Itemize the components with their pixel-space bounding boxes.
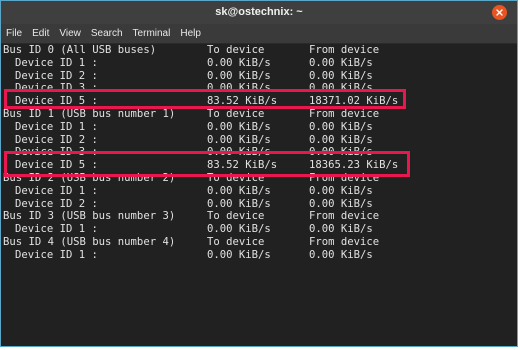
to-device-rate: 0.00 KiB/s bbox=[207, 248, 271, 261]
menu-terminal[interactable]: Terminal bbox=[133, 28, 171, 39]
bus-label: Bus ID 1 (USB bus number 1) bbox=[3, 107, 176, 120]
bus-label: Bus ID 3 (USB bus number 3) bbox=[3, 210, 176, 223]
device-label: Device ID 2 : bbox=[15, 69, 98, 82]
device-label: Device ID 2 : bbox=[15, 133, 98, 146]
from-device-rate: 0.00 KiB/s bbox=[309, 82, 373, 95]
to-device-header: To device bbox=[207, 235, 265, 248]
from-device-rate: 0.00 KiB/s bbox=[309, 184, 373, 197]
device-line: Device ID 1 : 0.00 KiB/s 0.00 KiB/s bbox=[1, 57, 517, 70]
to-device-rate: 0.00 KiB/s bbox=[207, 197, 271, 210]
from-device-header: From device bbox=[309, 210, 380, 223]
device-label: Device ID 1 : bbox=[15, 223, 98, 236]
from-device-rate: 0.00 KiB/s bbox=[309, 248, 373, 261]
device-line: Device ID 1 : 0.00 KiB/s 0.00 KiB/s bbox=[1, 185, 517, 198]
menu-help[interactable]: Help bbox=[180, 28, 201, 39]
from-device-rate: 0.00 KiB/s bbox=[309, 120, 373, 133]
from-device-header: From device bbox=[309, 171, 380, 184]
close-icon bbox=[496, 9, 503, 16]
menu-search[interactable]: Search bbox=[91, 28, 123, 39]
menu-edit[interactable]: Edit bbox=[32, 28, 49, 39]
device-line: Device ID 2 : 0.00 KiB/s 0.00 KiB/s bbox=[1, 198, 517, 211]
from-device-rate: 18365.23 KiB/s bbox=[309, 159, 399, 172]
device-line: Device ID 3 : 0.00 KiB/s 0.00 KiB/s bbox=[1, 82, 517, 95]
to-device-header: To device bbox=[207, 44, 265, 56]
device-line: Device ID 3 : 0.00 KiB/s 0.00 KiB/s bbox=[1, 146, 517, 159]
bus-label: Bus ID 0 (All USB buses) bbox=[3, 44, 157, 56]
to-device-rate: 0.00 KiB/s bbox=[207, 120, 271, 133]
device-label: Device ID 1 : bbox=[15, 248, 98, 261]
from-device-header: From device bbox=[309, 107, 380, 120]
to-device-rate: 0.00 KiB/s bbox=[207, 146, 271, 159]
to-device-rate: 0.00 KiB/s bbox=[207, 69, 271, 82]
bus-header-line: Bus ID 4 (USB bus number 4) To device Fr… bbox=[1, 236, 517, 249]
from-device-rate: 0.00 KiB/s bbox=[309, 223, 373, 236]
to-device-rate: 0.00 KiB/s bbox=[207, 223, 271, 236]
from-device-header: From device bbox=[309, 235, 380, 248]
from-device-rate: 0.00 KiB/s bbox=[309, 56, 373, 69]
bus-header-line: Bus ID 3 (USB bus number 3) To device Fr… bbox=[1, 210, 517, 223]
device-label: Device ID 5 : bbox=[15, 95, 98, 108]
device-line: Device ID 1 : 0.00 KiB/s 0.00 KiB/s bbox=[1, 223, 517, 236]
from-device-rate: 0.00 KiB/s bbox=[309, 69, 373, 82]
from-device-rate: 0.00 KiB/s bbox=[309, 197, 373, 210]
to-device-rate: 0.00 KiB/s bbox=[207, 56, 271, 69]
from-device-rate: 0.00 KiB/s bbox=[309, 133, 373, 146]
from-device-header: From device bbox=[309, 44, 380, 56]
from-device-rate: 0.00 KiB/s bbox=[309, 146, 373, 159]
device-line: Device ID 5 : 83.52 KiB/s 18371.02 KiB/s bbox=[1, 95, 517, 108]
device-label: Device ID 5 : bbox=[15, 159, 98, 172]
device-label: Device ID 1 : bbox=[15, 184, 98, 197]
device-label: Device ID 1 : bbox=[15, 120, 98, 133]
bus-header-line: Bus ID 1 (USB bus number 1) To device Fr… bbox=[1, 108, 517, 121]
menu-file[interactable]: File bbox=[6, 28, 22, 39]
to-device-header: To device bbox=[207, 107, 265, 120]
device-label: Device ID 1 : bbox=[15, 56, 98, 69]
device-line: Device ID 1 : 0.00 KiB/s 0.00 KiB/s bbox=[1, 121, 517, 134]
bus-label: Bus ID 2 (USB bus number 2) bbox=[3, 171, 176, 184]
to-device-rate: 83.52 KiB/s bbox=[207, 159, 278, 172]
to-device-rate: 0.00 KiB/s bbox=[207, 184, 271, 197]
from-device-rate: 18371.02 KiB/s bbox=[309, 95, 399, 108]
bus-label: Bus ID 4 (USB bus number 4) bbox=[3, 235, 176, 248]
to-device-rate: 83.52 KiB/s bbox=[207, 95, 278, 108]
to-device-rate: 0.00 KiB/s bbox=[207, 82, 271, 95]
to-device-header: To device bbox=[207, 171, 265, 184]
window-title: sk@ostechnix: ~ bbox=[215, 6, 303, 18]
device-line: Device ID 2 : 0.00 KiB/s 0.00 KiB/s bbox=[1, 70, 517, 83]
bus-header-line: Bus ID 0 (All USB buses) To device From … bbox=[1, 44, 517, 57]
to-device-header: To device bbox=[207, 210, 265, 223]
bus-header-line: Bus ID 2 (USB bus number 2) To device Fr… bbox=[1, 172, 517, 185]
terminal-window: sk@ostechnix: ~ File Edit View Search Te… bbox=[0, 0, 518, 347]
device-label: Device ID 2 : bbox=[15, 197, 98, 210]
device-label: Device ID 3 : bbox=[15, 82, 98, 95]
menu-view[interactable]: View bbox=[59, 28, 81, 39]
terminal-output[interactable]: Bus ID 0 (All USB buses) To device From … bbox=[1, 44, 517, 346]
close-button[interactable] bbox=[492, 5, 507, 20]
to-device-rate: 0.00 KiB/s bbox=[207, 133, 271, 146]
device-label: Device ID 3 : bbox=[15, 146, 98, 159]
title-bar[interactable]: sk@ostechnix: ~ bbox=[1, 1, 517, 24]
device-line: Device ID 2 : 0.00 KiB/s 0.00 KiB/s bbox=[1, 134, 517, 147]
menu-bar: File Edit View Search Terminal Help bbox=[1, 24, 517, 44]
device-line: Device ID 1 : 0.00 KiB/s 0.00 KiB/s bbox=[1, 249, 517, 262]
device-line: Device ID 5 : 83.52 KiB/s 18365.23 KiB/s bbox=[1, 159, 517, 172]
